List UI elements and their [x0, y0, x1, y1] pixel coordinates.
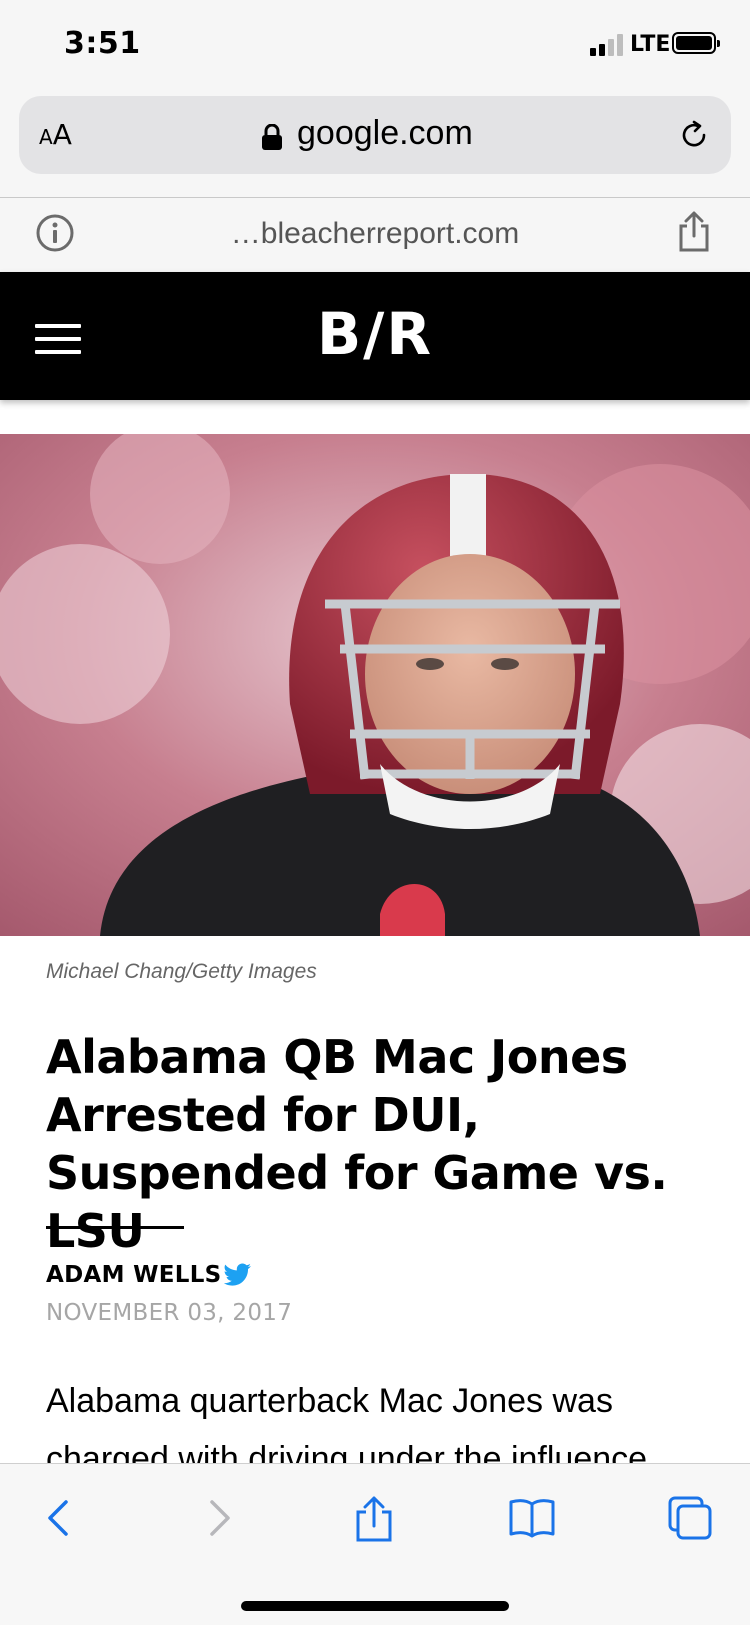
- status-bar: 3:51 LTE: [0, 0, 750, 92]
- publish-date: NOVEMBER 03, 2017: [46, 1300, 293, 1326]
- text-size-button[interactable]: AA: [39, 118, 72, 151]
- network-label: LTE: [630, 32, 671, 57]
- author-name[interactable]: ADAM WELLS: [46, 1262, 222, 1288]
- tabs-icon[interactable]: [666, 1494, 714, 1542]
- signal-icon: [590, 34, 623, 56]
- reload-icon[interactable]: [677, 118, 711, 152]
- site-header: B/R: [0, 272, 750, 400]
- address-bar[interactable]: AA google.com: [19, 96, 731, 174]
- browser-toolbar: [0, 1463, 750, 1625]
- forward-icon[interactable]: [194, 1494, 242, 1542]
- browser-url-area: AA google.com: [0, 92, 750, 198]
- headline-divider: [46, 1226, 184, 1229]
- football-player-photo: [0, 434, 750, 936]
- share-icon[interactable]: [350, 1494, 398, 1542]
- home-indicator: [241, 1601, 509, 1611]
- share-icon[interactable]: [676, 210, 712, 254]
- article-body-line: Alabama quarterback Mac Jones was: [46, 1382, 613, 1420]
- twitter-icon[interactable]: [224, 1263, 252, 1287]
- url-text: google.com: [297, 114, 473, 152]
- amp-source-bar: …bleacherreport.com: [0, 198, 750, 272]
- photo-credit: Michael Chang/Getty Images: [46, 960, 317, 983]
- amp-source-domain[interactable]: …bleacherreport.com: [0, 217, 750, 251]
- bookmarks-icon[interactable]: [508, 1494, 556, 1542]
- site-logo[interactable]: B/R: [0, 300, 750, 368]
- status-time: 3:51: [64, 26, 141, 61]
- lock-icon: [262, 124, 282, 150]
- battery-icon: [672, 32, 720, 54]
- back-icon[interactable]: [36, 1494, 84, 1542]
- hero-image: [0, 434, 750, 936]
